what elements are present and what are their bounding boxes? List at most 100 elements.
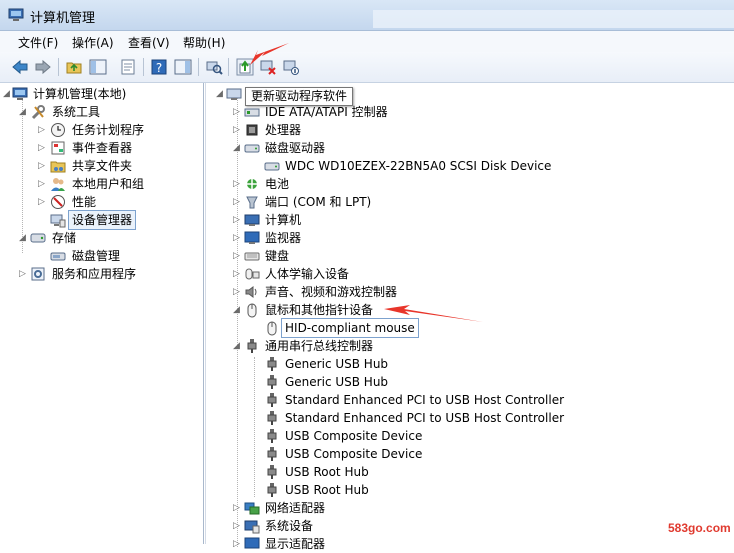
tree-label: 计算机管理(本地) (33, 87, 127, 101)
expand-arrow-icon[interactable]: ▷ (37, 121, 46, 139)
tree-label: 性能 (72, 195, 97, 209)
back-arrow-icon[interactable] (11, 58, 29, 76)
collapse-arrow-icon[interactable]: ◢ (18, 103, 27, 121)
tree-label: 设备管理器 (67, 210, 137, 230)
tree-label: 磁盘管理 (72, 249, 121, 263)
port-icon (246, 196, 258, 209)
usb-icon (267, 411, 277, 425)
title-bar: 计算机管理 (0, 0, 734, 31)
expand-arrow-icon[interactable]: ▷ (232, 229, 241, 247)
collapse-arrow-icon[interactable]: ◢ (232, 139, 241, 157)
expand-arrow-icon[interactable]: ▷ (232, 499, 241, 517)
collapse-arrow-icon[interactable]: ◢ (215, 85, 224, 103)
expand-arrow-icon[interactable]: ▷ (37, 175, 46, 193)
expand-arrow-icon[interactable]: ▷ (18, 265, 27, 283)
expand-arrow-icon[interactable]: ▷ (232, 247, 241, 265)
device-label: 人体学输入设备 (265, 267, 350, 281)
device-label: 计算机 (265, 213, 302, 227)
device-label: 声音、视频和游戏控制器 (265, 285, 398, 299)
scan-hardware-changes-icon[interactable] (205, 58, 223, 76)
menu-action[interactable]: 操作(A) (72, 34, 114, 51)
storage-icon (30, 233, 46, 243)
svg-text:?: ? (156, 61, 162, 75)
toolbar-separator (228, 58, 229, 76)
show-action-pane-icon[interactable] (174, 58, 192, 76)
device-label: USB Root Hub (285, 483, 369, 497)
tree-guide-line (254, 357, 255, 497)
tree-label: 本地用户和组 (72, 177, 145, 191)
watermark: 583go.com (668, 521, 731, 535)
toolbar-separator (198, 58, 199, 76)
expand-arrow-icon[interactable]: ▷ (37, 157, 46, 175)
expand-arrow-icon[interactable]: ▷ (232, 175, 241, 193)
usb-icon (267, 447, 277, 461)
device-label: HID-compliant mouse (281, 318, 419, 338)
processor-icon (246, 124, 258, 136)
forward-arrow-icon[interactable] (34, 58, 52, 76)
device-label: Standard Enhanced PCI to USB Host Contro… (285, 393, 565, 407)
usb-icon (247, 339, 257, 353)
device-label: 网络适配器 (265, 501, 326, 515)
console-tree-pane: ◢ 计算机管理(本地) ◢ 系统工具 ▷ 任务计划程序 ▷ 事件查看器 ▷ 共享… (0, 83, 204, 544)
tree-label: 系统工具 (52, 105, 101, 119)
computer-management-icon (8, 8, 24, 21)
expand-arrow-icon[interactable]: ▷ (232, 211, 241, 229)
properties-sheet-icon[interactable] (119, 58, 137, 76)
window-title: 计算机管理 (30, 11, 96, 26)
title-bar-blank-area (373, 10, 734, 28)
device-label: Standard Enhanced PCI to USB Host Contro… (285, 411, 565, 425)
expand-arrow-icon[interactable]: ▷ (232, 535, 241, 553)
collapse-arrow-icon[interactable]: ◢ (232, 337, 241, 355)
toolbar: ? (0, 52, 734, 83)
expand-arrow-icon[interactable]: ▷ (37, 193, 46, 211)
show-hide-console-tree-icon[interactable] (89, 58, 107, 76)
usb-icon (267, 429, 277, 443)
hid-icon (245, 268, 260, 280)
device-label: Generic USB Hub (285, 375, 389, 389)
device-tree-pane: ◢ ▷ IDE ATA/ATAPI 控制器 ▷ 处理器 ◢ 磁盘驱动器 WDC … (205, 83, 734, 551)
battery-icon (247, 179, 257, 189)
disk-drive-icon (264, 162, 280, 171)
usb-icon (267, 465, 277, 479)
system-tools-icon (31, 105, 45, 120)
update-driver-icon[interactable] (236, 58, 254, 76)
up-folder-icon[interactable] (65, 58, 83, 76)
expand-arrow-icon[interactable]: ▷ (37, 139, 46, 157)
computer-icon (226, 88, 242, 100)
usb-icon (267, 375, 277, 389)
device-label: USB Root Hub (285, 465, 369, 479)
event-viewer-icon (51, 141, 65, 155)
device-label: 鼠标和其他指针设备 (265, 303, 374, 317)
tree-label: 服务和应用程序 (52, 267, 137, 281)
mouse-icon (247, 303, 257, 318)
expand-arrow-icon[interactable]: ▷ (232, 517, 241, 535)
expand-arrow-icon[interactable]: ▷ (232, 283, 241, 301)
device-label: WDC WD10EZEX-22BN5A0 SCSI Disk Device (285, 159, 552, 173)
expand-arrow-icon[interactable]: ▷ (232, 121, 241, 139)
disable-device-icon[interactable] (282, 58, 300, 76)
usb-icon (267, 357, 277, 371)
device-label: Generic USB Hub (285, 357, 389, 371)
computer-management-icon (12, 87, 28, 100)
collapse-arrow-icon[interactable]: ◢ (18, 229, 27, 247)
menu-view[interactable]: 查看(V) (128, 34, 170, 51)
services-icon (31, 267, 45, 281)
expand-arrow-icon[interactable]: ▷ (232, 193, 241, 211)
help-icon[interactable]: ? (150, 58, 168, 76)
device-label: 监视器 (265, 231, 302, 245)
tree-label: 共享文件夹 (72, 159, 133, 173)
ide-controller-icon (244, 108, 260, 117)
expand-arrow-icon[interactable]: ▷ (232, 103, 241, 121)
collapse-arrow-icon[interactable]: ◢ (232, 301, 241, 319)
device-label: 电池 (265, 177, 290, 191)
uninstall-device-icon[interactable] (259, 58, 277, 76)
toolbar-separator (143, 58, 144, 76)
disk-management-icon (50, 252, 66, 261)
performance-icon (51, 195, 65, 209)
menu-file[interactable]: 文件(F) (18, 34, 58, 51)
monitor-icon (244, 231, 260, 244)
expand-arrow-icon[interactable]: ▷ (232, 265, 241, 283)
computer-icon (244, 214, 260, 226)
collapse-arrow-icon[interactable]: ◢ (2, 85, 11, 103)
menu-help[interactable]: 帮助(H) (183, 34, 225, 51)
